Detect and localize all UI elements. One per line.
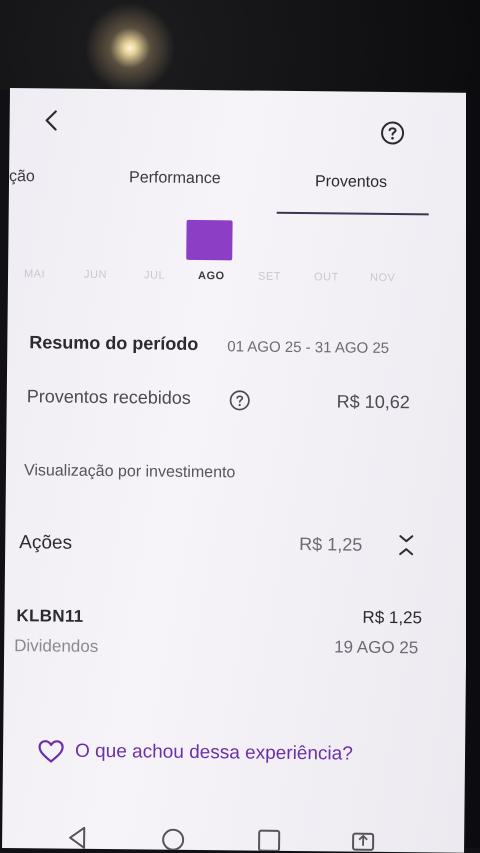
- app-screen: ção Performance Proventos MAI JUN JUL AG…: [2, 88, 472, 853]
- month-ago[interactable]: AGO: [198, 270, 225, 282]
- received-help-button[interactable]: [229, 389, 251, 411]
- summary-period: 01 AGO 25 - 31 AGO 25: [227, 338, 389, 357]
- screen-switch-icon[interactable]: [350, 827, 376, 853]
- back-triangle-icon[interactable]: [64, 824, 90, 850]
- help-button[interactable]: [380, 121, 404, 145]
- asset-value: R$ 1,25: [362, 608, 422, 629]
- phone-bezel-right: [466, 88, 480, 848]
- tab-partial[interactable]: ção: [9, 168, 35, 186]
- month-jun[interactable]: JUN: [84, 269, 107, 281]
- month-selector: MAI JUN JUL AGO SET OUT NOV: [8, 268, 470, 293]
- asset-row[interactable]: KLBN11 Dividendos R$ 1,25 19 AGO 25: [4, 598, 467, 663]
- visualization-label: Visualização por investimento: [24, 462, 236, 482]
- question-circle-icon: [380, 121, 404, 145]
- feedback-link[interactable]: O que achou dessa experiência?: [37, 736, 353, 769]
- group-value: R$ 1,25: [299, 534, 362, 556]
- feedback-text: O que achou dessa experiência?: [75, 741, 353, 766]
- month-jul[interactable]: JUL: [144, 269, 165, 281]
- question-circle-icon: [229, 389, 251, 411]
- phone-bezel: [0, 0, 480, 90]
- summary-title: Resumo do período: [29, 332, 198, 355]
- asset-ticker: KLBN11: [16, 606, 83, 627]
- month-out[interactable]: OUT: [314, 271, 339, 283]
- tab-proventos[interactable]: Proventos: [315, 173, 387, 192]
- tab-bar: ção Performance Proventos: [9, 158, 472, 215]
- month-set[interactable]: SET: [258, 271, 281, 283]
- asset-date: 19 AGO 25: [334, 637, 418, 658]
- received-value: R$ 10,62: [337, 391, 410, 413]
- group-row-acoes[interactable]: Ações R$ 1,25: [5, 518, 467, 567]
- selected-month-bar: [186, 220, 232, 260]
- month-nov[interactable]: NOV: [370, 272, 395, 284]
- active-tab-indicator: [277, 212, 429, 216]
- asset-type: Dividendos: [14, 636, 98, 657]
- received-label: Proventos recebidos: [27, 386, 191, 409]
- group-name: Ações: [19, 532, 72, 555]
- month-mai[interactable]: MAI: [24, 268, 45, 280]
- tab-performance[interactable]: Performance: [129, 169, 221, 188]
- home-circle-icon[interactable]: [160, 825, 186, 851]
- chevrons-collapse-icon: [395, 532, 417, 558]
- chevron-left-icon: [44, 109, 60, 131]
- system-navbar: [2, 823, 464, 853]
- back-button[interactable]: [40, 108, 64, 132]
- heart-outline-icon: [37, 738, 65, 764]
